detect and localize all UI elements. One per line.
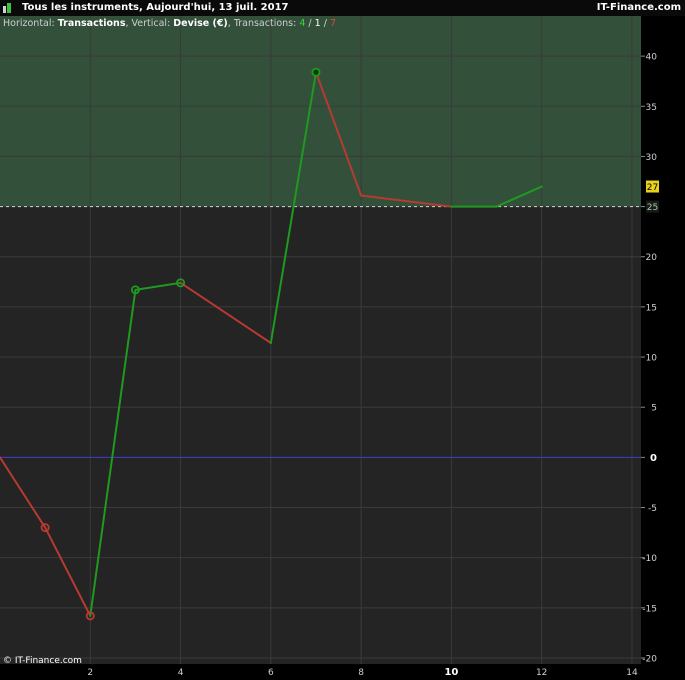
profit-zone (0, 16, 641, 207)
info-vertical-value: Devise (€) (173, 18, 227, 29)
info-horizontal-label: Horizontal: (3, 18, 58, 29)
y-tick-label: 20 (646, 253, 658, 263)
transactions-chart: 4035302520151050-5-10-15-202468101214272… (0, 16, 685, 680)
bar-chart-logo-icon (3, 3, 11, 13)
chart-info-line: Horizontal: Transactions, Vertical: Devi… (3, 18, 336, 29)
x-tick-label: 6 (268, 668, 274, 678)
y-tick-label: 0 (650, 453, 657, 464)
info-horizontal-value: Transactions (58, 18, 126, 29)
y-tick-label: 35 (646, 103, 657, 113)
info-sep2: / (321, 18, 330, 29)
copyright-label: © IT-Finance.com (3, 656, 82, 666)
info-count-loss: 7 (330, 18, 336, 29)
title-bar: Tous les instruments, Aujourd'hui, 13 ju… (0, 0, 685, 16)
x-tick-label: 2 (87, 668, 93, 678)
x-tick-label: 12 (536, 668, 547, 678)
y-tick-label: -10 (642, 554, 657, 564)
info-transactions-label: , Transactions: (228, 18, 300, 29)
y-tick-label: 40 (646, 53, 658, 63)
y-tick-label: -15 (642, 604, 657, 614)
info-sep1: / (305, 18, 314, 29)
y-axis-panel (641, 16, 685, 680)
y-tick-label: -20 (642, 654, 657, 664)
win-marker (311, 67, 321, 77)
x-tick-label: 10 (444, 667, 458, 678)
y-tick-label: 15 (646, 303, 657, 313)
y-tick-label: 30 (646, 153, 658, 163)
y-tick-label: -5 (648, 504, 657, 514)
x-tick-label: 4 (178, 668, 184, 678)
y-tick-label: 10 (646, 354, 658, 364)
threshold-value-label: 25 (647, 203, 658, 213)
x-tick-label: 14 (626, 668, 638, 678)
chart-window-title: Tous les instruments, Aujourd'hui, 13 ju… (22, 2, 289, 13)
brand-label: IT-Finance.com (596, 2, 681, 13)
x-axis-panel (0, 664, 685, 680)
info-vertical-label: , Vertical: (125, 18, 173, 29)
y-tick-label: 5 (651, 404, 657, 414)
current-value-label: 27 (647, 183, 658, 193)
x-tick-label: 8 (358, 668, 364, 678)
